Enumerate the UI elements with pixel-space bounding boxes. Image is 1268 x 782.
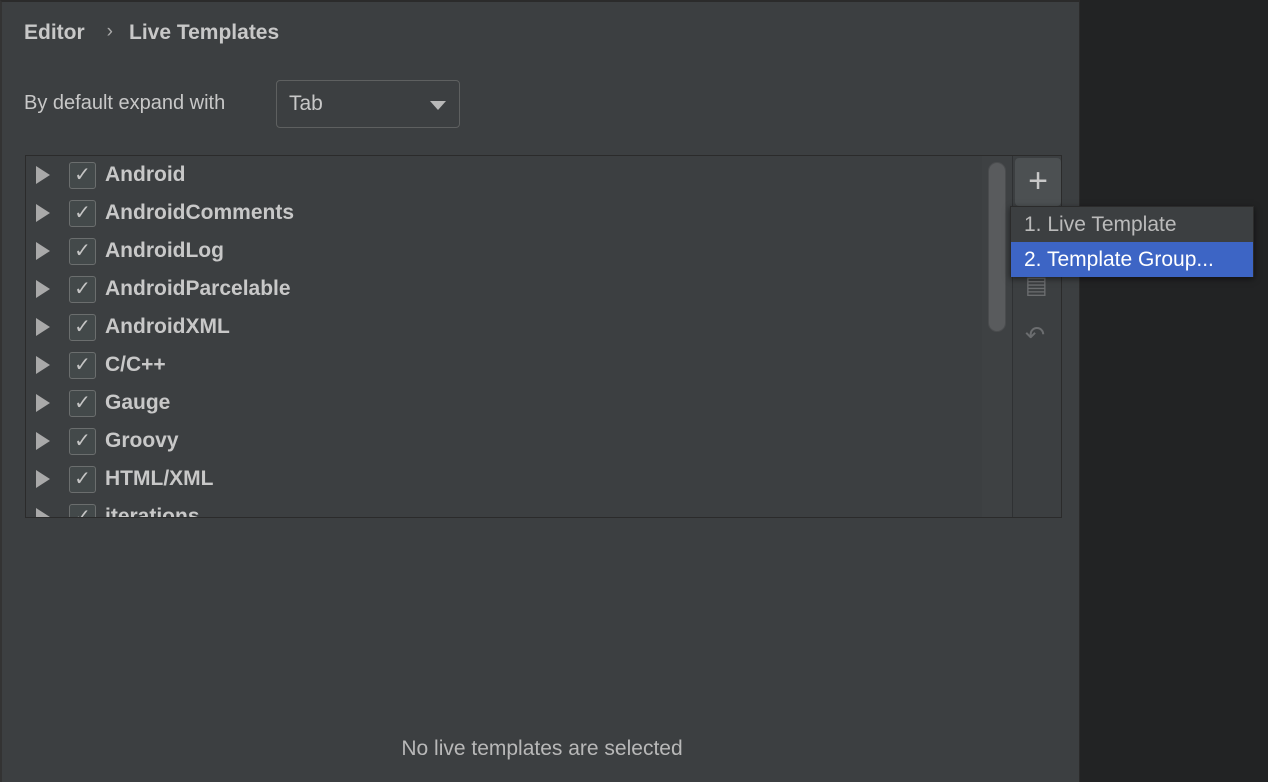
group-checkbox[interactable]: ✓ bbox=[69, 389, 96, 417]
expand-label: By default expand with bbox=[24, 92, 226, 114]
live-templates-panel: Editor › Live Templates By default expan… bbox=[0, 0, 1080, 782]
group-label: AndroidXML bbox=[105, 315, 230, 338]
expand-with-select[interactable]: Tab bbox=[276, 80, 460, 128]
template-groups-list: ✓ Android ✓ AndroidComments ✓ AndroidLog… bbox=[25, 155, 1062, 518]
group-row[interactable]: ✓ Groovy bbox=[26, 422, 986, 460]
add-popup-menu: 1. Live Template 2. Template Group... bbox=[1010, 206, 1254, 277]
group-checkbox[interactable]: ✓ bbox=[69, 199, 96, 227]
group-row[interactable]: ✓ HTML/XML bbox=[26, 460, 986, 498]
chevron-down-icon bbox=[430, 101, 446, 110]
group-checkbox[interactable]: ✓ bbox=[69, 427, 96, 455]
group-label: AndroidLog bbox=[105, 239, 224, 262]
group-label: C/C++ bbox=[105, 353, 166, 376]
expand-arrow-icon[interactable] bbox=[36, 242, 50, 260]
group-checkbox[interactable]: ✓ bbox=[69, 351, 96, 379]
expand-arrow-icon[interactable] bbox=[36, 318, 50, 336]
breadcrumb-separator: › bbox=[106, 21, 113, 42]
group-row[interactable]: ✓ AndroidXML bbox=[26, 308, 986, 346]
breadcrumb: Editor › Live Templates bbox=[24, 21, 279, 45]
group-checkbox[interactable]: ✓ bbox=[69, 161, 96, 189]
expand-arrow-icon[interactable] bbox=[36, 470, 50, 488]
group-row[interactable]: ✓ C/C++ bbox=[26, 346, 986, 384]
group-label: HTML/XML bbox=[105, 467, 214, 490]
group-label: AndroidComments bbox=[105, 201, 294, 224]
group-row[interactable]: ✓ Android bbox=[26, 156, 986, 194]
group-label: Groovy bbox=[105, 429, 179, 452]
breadcrumb-editor[interactable]: Editor bbox=[24, 21, 85, 45]
empty-message: No live templates are selected bbox=[401, 737, 683, 760]
group-checkbox[interactable]: ✓ bbox=[69, 237, 96, 265]
expand-arrow-icon[interactable] bbox=[36, 432, 50, 450]
group-row[interactable]: ✓ AndroidComments bbox=[26, 194, 986, 232]
group-checkbox[interactable]: ✓ bbox=[69, 465, 96, 493]
add-button[interactable]: + bbox=[1015, 158, 1061, 206]
undo-icon[interactable]: ↶ bbox=[1025, 321, 1045, 350]
group-checkbox[interactable]: ✓ bbox=[69, 503, 96, 517]
group-label: iterations bbox=[105, 505, 200, 518]
menu-item-template-group[interactable]: 2. Template Group... bbox=[1011, 242, 1253, 277]
group-checkbox[interactable]: ✓ bbox=[69, 275, 96, 303]
expand-with-value: Tab bbox=[289, 92, 323, 115]
group-label: Android bbox=[105, 163, 186, 186]
group-label: AndroidParcelable bbox=[105, 277, 291, 300]
menu-item-live-template[interactable]: 1. Live Template bbox=[1011, 207, 1253, 242]
expand-arrow-icon[interactable] bbox=[36, 166, 50, 184]
group-row[interactable]: ✓ Gauge bbox=[26, 384, 986, 422]
group-label: Gauge bbox=[105, 391, 171, 414]
group-checkbox[interactable]: ✓ bbox=[69, 313, 96, 341]
expand-arrow-icon[interactable] bbox=[36, 508, 50, 517]
scrollbar-thumb[interactable] bbox=[988, 162, 1006, 332]
expand-arrow-icon[interactable] bbox=[36, 356, 50, 374]
group-row[interactable]: ✓ AndroidLog bbox=[26, 232, 986, 270]
expand-arrow-icon[interactable] bbox=[36, 280, 50, 298]
group-row[interactable]: ✓ AndroidParcelable bbox=[26, 270, 986, 308]
breadcrumb-current: Live Templates bbox=[129, 21, 280, 44]
group-row[interactable]: ✓ iterations bbox=[26, 498, 986, 518]
expand-arrow-icon[interactable] bbox=[36, 204, 50, 222]
expand-arrow-icon[interactable] bbox=[36, 394, 50, 412]
